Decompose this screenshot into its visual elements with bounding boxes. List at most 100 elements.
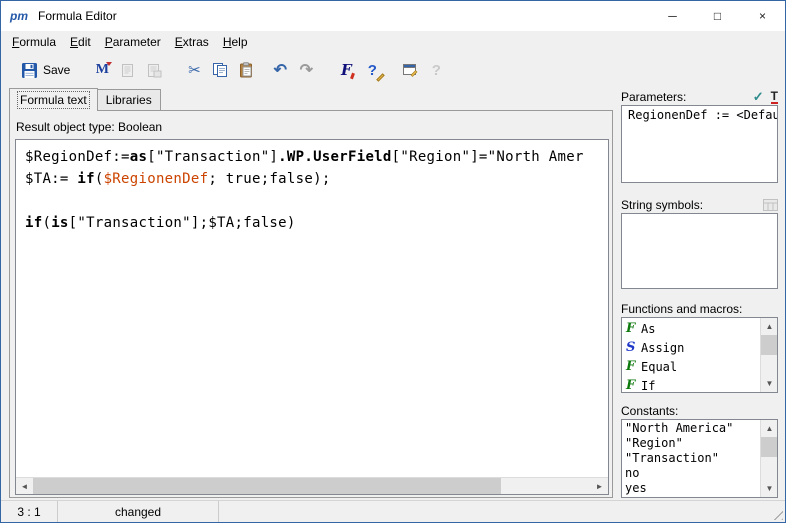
function-name: If (641, 379, 655, 393)
constants-list-items[interactable]: "North America""Region""Transaction"noye… (622, 420, 760, 497)
formula-editor-window: pm Formula Editor ─ □ × FormulaEditParam… (0, 0, 786, 523)
function-item[interactable]: FEqual (622, 357, 760, 376)
syntax-check-button[interactable]: ? (360, 58, 384, 82)
resize-grip-icon[interactable] (770, 507, 783, 520)
code-line: $TA:= if($RegionenDef; true;false); (25, 168, 599, 190)
parameter-item[interactable]: RegionenDef := <Defau (625, 108, 774, 123)
help-button[interactable]: ? (424, 58, 448, 82)
library-open-button[interactable] (116, 58, 140, 82)
code-area[interactable]: $RegionDef:=as["Transaction"].WP.UserFie… (16, 140, 608, 477)
constant-item[interactable]: "Region" (622, 436, 760, 451)
syntax-question-icon: ? (368, 62, 377, 79)
scroll-down-icon: ▼ (766, 379, 774, 388)
code-line: if(is["Transaction"];$TA;false) (25, 212, 599, 234)
horizontal-scroll-thumb[interactable] (33, 478, 501, 494)
close-button[interactable]: × (740, 1, 785, 31)
parameters-list[interactable]: RegionenDef := <Defau (621, 105, 778, 183)
parameters-label: Parameters: (621, 90, 686, 104)
function-name: Assign (641, 341, 684, 355)
save-label: Save (43, 63, 70, 77)
scroll-up-icon: ▲ (766, 424, 774, 433)
formula-editor-area[interactable]: $RegionDef:=as["Transaction"].WP.UserFie… (15, 139, 609, 495)
constants-scrollbar[interactable]: ▲ ▼ (760, 420, 777, 497)
function-item[interactable]: SAssign (622, 338, 760, 357)
functions-scrollbar[interactable]: ▲ ▼ (760, 318, 777, 392)
pencil-icon (377, 73, 385, 81)
redo-icon: ↷ (300, 60, 313, 80)
scroll-right-button[interactable]: ► (591, 478, 608, 495)
toolbar: Save M ✂ (1, 53, 785, 87)
apply-parameters-icon[interactable]: ✓ (753, 89, 764, 105)
scroll-down-button[interactable]: ▼ (761, 480, 778, 497)
menu-item-edit[interactable]: Edit (63, 31, 98, 53)
insert-macro-button[interactable]: M (90, 58, 114, 82)
constant-item[interactable]: no (622, 466, 760, 481)
vertical-scroll-thumb[interactable] (761, 335, 777, 355)
save-icon (21, 62, 38, 79)
menu-item-extras[interactable]: Extras (168, 31, 216, 53)
scroll-down-icon: ▼ (766, 484, 774, 493)
cut-button[interactable]: ✂ (182, 58, 206, 82)
tab-libraries[interactable]: Libraries (98, 89, 161, 110)
constant-item[interactable]: "Transaction" (622, 451, 760, 466)
check-formula-button[interactable]: F (334, 58, 358, 82)
functions-label: Functions and macros: (621, 302, 742, 316)
string-symbols-list[interactable] (621, 213, 778, 289)
menu-item-help[interactable]: Help (216, 31, 255, 53)
undo-icon: ↶ (274, 60, 287, 80)
library-save-button[interactable] (142, 58, 166, 82)
scroll-down-button[interactable]: ▼ (761, 375, 778, 392)
window-title: Formula Editor (38, 9, 117, 23)
paste-icon (238, 62, 254, 78)
app-icon: pm (10, 9, 28, 23)
macro-mark-icon (106, 62, 112, 66)
constants-label: Constants: (621, 404, 678, 418)
redo-button[interactable]: ↷ (294, 58, 318, 82)
tab-strip: Formula text Libraries (9, 88, 161, 111)
tab-label: Formula text (18, 92, 89, 108)
function-type-icon: F (626, 359, 641, 374)
window-controls: ─ □ × (650, 1, 785, 31)
functions-list-items[interactable]: FAsSAssignFEqualFIf (622, 318, 760, 392)
scroll-left-button[interactable]: ◄ (16, 478, 33, 495)
code-line (25, 190, 599, 212)
help-icon: ? (432, 62, 441, 79)
menu-item-formula[interactable]: Formula (5, 31, 63, 53)
cursor-position: 3 : 1 (1, 501, 58, 522)
menu-bar: FormulaEditParameterExtrasHelp (1, 31, 785, 53)
cut-icon: ✂ (188, 61, 201, 79)
string-symbols-header: String symbols: (621, 197, 778, 213)
constant-item[interactable]: "North America" (622, 421, 760, 436)
title-bar: pm Formula Editor ─ □ × (1, 1, 785, 31)
formula-panel: Result object type: Boolean $RegionDef:=… (9, 110, 613, 498)
parameter-type-icon[interactable]: T (771, 91, 778, 104)
function-item[interactable]: FIf (622, 376, 760, 392)
edit-window-icon (402, 62, 418, 78)
function-item[interactable]: FAs (622, 319, 760, 338)
function-type-icon: F (626, 321, 641, 336)
menu-item-parameter[interactable]: Parameter (98, 31, 168, 53)
scroll-up-button[interactable]: ▲ (761, 318, 778, 335)
edit-window-button[interactable] (398, 58, 422, 82)
scroll-up-button[interactable]: ▲ (761, 420, 778, 437)
result-type-label: Result object type: Boolean (16, 120, 162, 134)
paste-button[interactable] (234, 58, 258, 82)
constant-item[interactable]: yes (622, 481, 760, 496)
save-button[interactable]: Save (15, 57, 76, 83)
copy-button[interactable] (208, 58, 232, 82)
right-panel: Parameters: ✓ T RegionenDef := <Defau St… (621, 89, 778, 498)
check-formula-mark-icon (350, 73, 355, 80)
minimize-button[interactable]: ─ (650, 1, 695, 31)
tab-formula-text[interactable]: Formula text (9, 88, 98, 111)
horizontal-scrollbar[interactable]: ◄ ► (16, 477, 608, 494)
edit-string-symbols-icon[interactable] (763, 199, 778, 211)
vertical-scroll-thumb[interactable] (761, 437, 777, 457)
maximize-button[interactable]: □ (695, 1, 740, 31)
function-name: As (641, 322, 655, 336)
copy-icon (212, 62, 228, 78)
undo-button[interactable]: ↶ (268, 58, 292, 82)
close-icon: × (759, 9, 766, 23)
minimize-icon: ─ (668, 9, 677, 23)
scroll-right-icon: ► (596, 482, 604, 491)
function-type-icon: F (626, 378, 641, 392)
